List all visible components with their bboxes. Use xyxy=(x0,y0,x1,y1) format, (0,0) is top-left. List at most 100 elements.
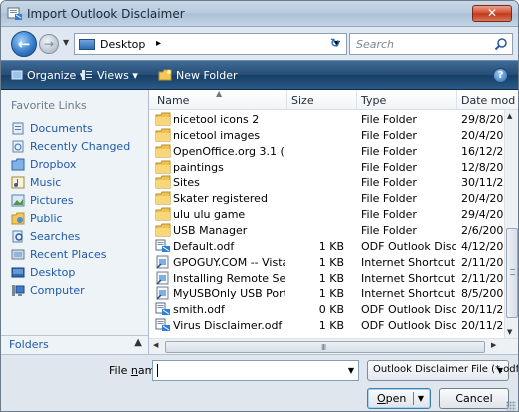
sidebar-item-documents[interactable]: Documents xyxy=(11,121,145,137)
scroll-right-icon[interactable]: ▶ xyxy=(491,341,496,349)
file-row[interactable]: nicetool icons 2 File Folder 29/8/2009 xyxy=(149,112,517,127)
organize-menu[interactable]: Organize ▾ xyxy=(11,69,85,82)
file-row[interactable]: smith.odf0 KBODF Outlook Discl...20/11/2… xyxy=(149,302,517,317)
file-row[interactable]: Skater registered File Folder 20/4/2009 xyxy=(149,191,517,206)
sidebar-item-dropbox[interactable]: Dropbox xyxy=(11,157,145,173)
sidebar-item-label: Dropbox xyxy=(30,158,77,171)
search-icon[interactable] xyxy=(494,37,508,51)
file-name: smith.odf xyxy=(173,303,225,317)
views-icon xyxy=(82,70,92,80)
cancel-button[interactable]: Cancel xyxy=(439,388,509,409)
file-name: Sites xyxy=(173,176,200,190)
back-button[interactable]: ← xyxy=(11,31,37,57)
open-button[interactable]: Open ▼ xyxy=(367,388,431,409)
column-header-size[interactable]: Size xyxy=(291,94,314,107)
file-type: ODF Outlook Discl... xyxy=(361,319,456,333)
breadcrumb-arrow-icon[interactable]: ▸ xyxy=(156,38,161,49)
sidebar-item-label: Music xyxy=(30,176,62,189)
vertical-scroll-thumb[interactable] xyxy=(506,228,518,318)
address-location[interactable]: Desktop xyxy=(100,38,145,51)
filename-input[interactable]: ▼ xyxy=(152,360,359,381)
horizontal-scroll-thumb[interactable]: III xyxy=(165,341,485,353)
open-dropdown-icon[interactable]: ▼ xyxy=(418,389,424,408)
forward-arrow-icon: → xyxy=(43,37,55,51)
vertical-scrollbar[interactable]: ▲ ▼ xyxy=(504,110,518,338)
folders-label: Folders xyxy=(9,338,49,351)
forward-button[interactable]: → xyxy=(39,34,59,54)
file-row[interactable]: OpenOffice.org 3.1 (en...File Folder16/1… xyxy=(149,144,517,159)
file-row[interactable]: Virus Disclaimer.odf 1 KB ODF Outlook Disc… xyxy=(149,318,517,333)
desktop-icon xyxy=(11,267,25,278)
scroll-left-icon[interactable]: ◀ xyxy=(153,341,158,349)
open-label: Open xyxy=(377,389,406,408)
column-header-date-modified[interactable]: Date mod xyxy=(461,94,515,107)
recently-changed-icon xyxy=(12,140,24,153)
file-size: 0 KB xyxy=(318,303,344,317)
file-row[interactable]: Installing Remote Serv... 1 KB Internet Sh… xyxy=(149,271,517,286)
column-headers: Name ▲ Size Type Date mod xyxy=(149,90,518,110)
filename-dropdown-icon[interactable]: ▼ xyxy=(348,366,354,375)
column-header-type[interactable]: Type xyxy=(361,94,386,107)
folder-icon xyxy=(155,175,171,189)
views-menu[interactable]: Views ▾ xyxy=(81,69,138,82)
file-row[interactable]: paintings File Folder 12/8/2009 xyxy=(149,160,517,175)
split-divider xyxy=(413,392,414,405)
folder-icon xyxy=(155,223,171,237)
file-type: Internet Shortcut xyxy=(361,287,456,301)
sidebar-item-recently-changed[interactable]: Recently Changed xyxy=(11,139,145,155)
sidebar-item-public[interactable]: Public xyxy=(11,211,145,227)
file-name: Skater registered xyxy=(173,192,268,206)
help-icon[interactable]: ? xyxy=(493,68,508,83)
sidebar-item-searches[interactable]: Searches xyxy=(11,229,145,245)
file-row[interactable]: nicetool images File Folder 20/4/2009 xyxy=(149,128,517,143)
file-name: ulu ulu game xyxy=(173,208,246,222)
public-icon xyxy=(11,212,25,225)
file-row[interactable]: MyUSBOnly USB Port S... 1 KB Internet Shor… xyxy=(149,286,510,301)
file-row[interactable]: USB Manager File Folder 2/6/2009 xyxy=(149,223,510,238)
file-type: File Folder xyxy=(361,176,417,190)
scroll-down-icon[interactable]: ▼ xyxy=(507,328,512,336)
horizontal-scrollbar[interactable]: ◀ III ▶ xyxy=(149,338,518,354)
open-accesskey: O xyxy=(377,392,386,405)
folders-toggle[interactable]: Folders ▲ xyxy=(1,335,148,354)
sidebar-item-recent-places[interactable]: Recent Places xyxy=(11,247,145,263)
internet-shortcut-icon xyxy=(156,255,169,269)
file-type: File Folder xyxy=(361,223,417,237)
sidebar-item-pictures[interactable]: Pictures xyxy=(11,193,145,209)
file-name: paintings xyxy=(173,160,224,174)
recent-pages-dropdown-icon[interactable]: ▼ xyxy=(63,38,69,47)
scroll-grip: III xyxy=(321,343,326,352)
column-divider[interactable] xyxy=(286,90,287,110)
sidebar-item-label: Pictures xyxy=(30,194,74,207)
file-type: ODF Outlook Discl... xyxy=(361,303,456,317)
new-folder-button[interactable]: New Folder xyxy=(158,69,237,82)
views-label: Views xyxy=(97,69,129,82)
column-divider[interactable] xyxy=(356,90,357,110)
search-input[interactable]: Search xyxy=(349,33,513,55)
file-row[interactable]: GPOGUY.COM -- Vista... 1 KB Internet Short… xyxy=(149,255,517,270)
file-size: 1 KB xyxy=(318,239,344,253)
sidebar-item-label: Documents xyxy=(30,122,93,135)
folder-icon xyxy=(155,191,171,205)
sidebar-item-computer[interactable]: Computer xyxy=(11,283,145,299)
column-divider[interactable] xyxy=(456,90,457,110)
sidebar-item-music[interactable]: Music xyxy=(11,175,145,191)
address-bar[interactable]: Desktop ▸ ▼ xyxy=(74,33,347,55)
filename-label-accesskey: n xyxy=(130,364,138,377)
scroll-up-icon[interactable]: ▲ xyxy=(507,112,512,120)
filetype-select[interactable]: Outlook Disclaimer File (*.odf) ▼ xyxy=(367,360,518,381)
file-row[interactable]: ulu ulu game File Folder 29/4/2009 xyxy=(149,207,517,222)
refresh-icon[interactable]: ↻ xyxy=(330,37,344,51)
file-name: USB Manager xyxy=(173,223,248,237)
column-header-name[interactable]: Name xyxy=(157,94,189,107)
file-type: File Folder xyxy=(361,113,417,126)
sidebar-item-label: Public xyxy=(30,212,63,225)
close-button[interactable]: ✕ xyxy=(472,5,512,22)
sidebar-item-desktop[interactable]: Desktop xyxy=(11,265,145,281)
file-row[interactable]: Sites File Folder 30/11/200 xyxy=(149,175,517,190)
resize-grip[interactable] xyxy=(506,401,516,411)
file-row[interactable]: Default.odf1 KBODF Outlook Discl...4/12/… xyxy=(149,239,517,254)
sidebar-item-label: Computer xyxy=(30,284,85,297)
file-type: File Folder xyxy=(361,192,417,206)
searches-icon xyxy=(12,230,23,243)
